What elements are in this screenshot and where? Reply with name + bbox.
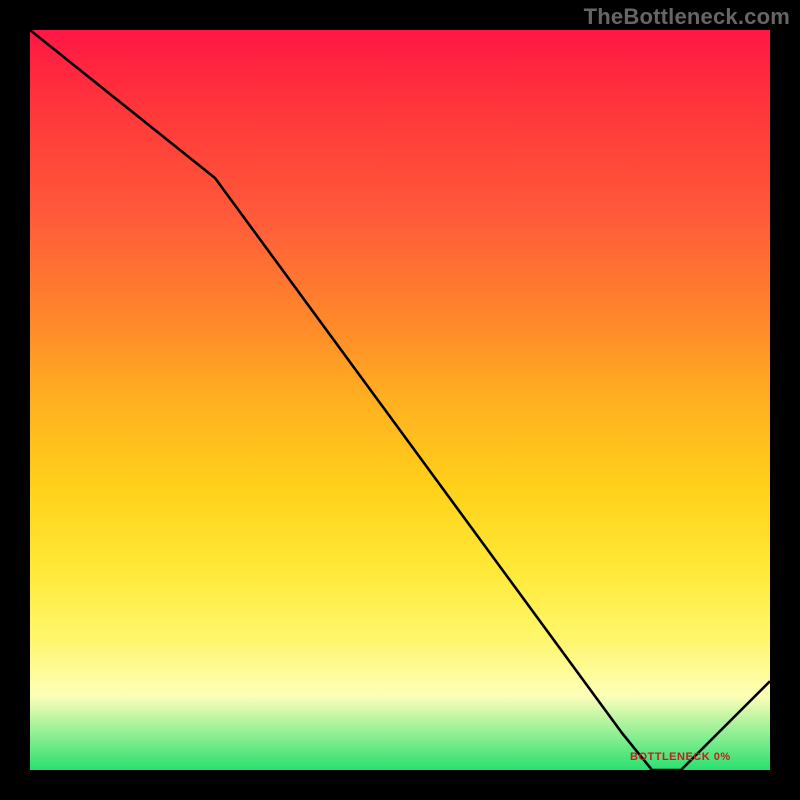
- bottleneck-curve: [30, 30, 770, 770]
- bottleneck-label: BOTTLENECK 0%: [630, 751, 731, 763]
- chart-stage: TheBottleneck.com BOTTLENECK 0%: [0, 0, 800, 800]
- watermark-text: TheBottleneck.com: [584, 4, 790, 30]
- plot-area: BOTTLENECK 0%: [30, 30, 770, 770]
- chart-svg: BOTTLENECK 0%: [30, 30, 770, 770]
